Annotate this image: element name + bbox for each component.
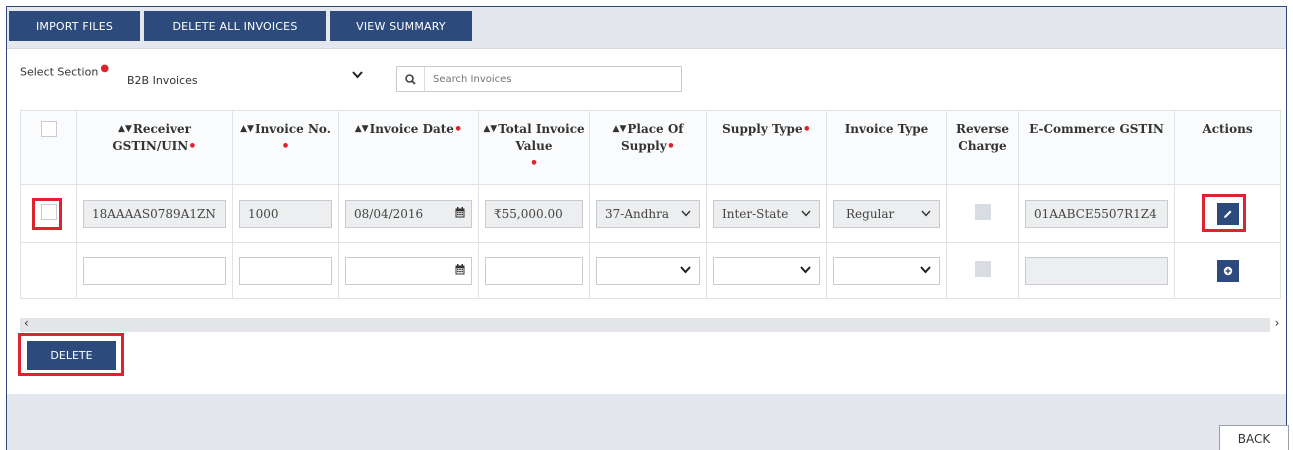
total-value-cell [478,242,590,299]
invoice-date-field[interactable]: 08/04/2016 [345,199,472,228]
table-row [20,242,1281,299]
sort-icon: ▲▼ [612,124,627,134]
search-box [396,66,682,92]
chevron-down-icon [681,207,691,220]
select-section-label: Select Section ● [20,63,110,79]
search-icon[interactable] [397,67,425,91]
ecommerce-gstin-cell: 01AABCE5507R1Z4 [1018,184,1175,243]
place-of-supply-select[interactable] [596,256,700,285]
place-of-supply-cell: 37-Andhra [589,184,707,243]
scroll-left-icon[interactable]: ‹ [24,316,29,330]
reverse-charge-cell [946,242,1019,299]
invoice-type-cell: Regular [826,184,947,243]
supply-type-cell: Inter-State [706,184,827,243]
chevron-down-icon [921,207,931,220]
select-all-cell [20,110,77,185]
scroll-right-icon[interactable]: › [1270,316,1284,334]
table-header-row: ▲▼Receiver GSTIN/UIN• ▲▼Invoice No. • ▲▼I… [20,110,1281,185]
total-value-field[interactable]: ₹55,000.00 [485,199,583,228]
invoice-type-select[interactable]: Regular [833,199,940,228]
invoice-type-value: Regular [846,206,895,221]
invoice-date-cell: 08/04/2016 [338,184,479,243]
col-actions-header: Actions [1174,110,1281,185]
required-marker: ● [100,63,110,74]
delete-all-invoices-button[interactable]: DELETE ALL INVOICES [144,11,326,41]
edit-highlight [1202,194,1246,232]
col-invoice-date-header[interactable]: ▲▼Invoice Date• [338,110,479,185]
invoice-date-value: 08/04/2016 [354,206,424,221]
required-marker: • [802,122,811,137]
col-total-value-header[interactable]: ▲▼Total Invoice Value • [478,110,590,185]
receiver-cell: 18AAAAS0789A1ZN [76,184,233,243]
supply-type-select[interactable]: Inter-State [713,199,820,228]
horizontal-scrollbar[interactable]: ‹ › [20,316,1284,334]
table-row: 18AAAAS0789A1ZN 1000 08/04/2016 ₹55,000.… [20,184,1281,243]
toolbar: IMPORT FILES DELETE ALL INVOICES VIEW SU… [7,7,1286,49]
delete-button[interactable]: DELETE [27,341,116,370]
invoice-no-cell [232,242,339,299]
section-select[interactable]: B2B Invoices [119,60,377,92]
calendar-icon[interactable] [455,206,465,221]
search-input[interactable] [425,73,665,85]
reverse-charge-checkbox[interactable] [974,204,991,220]
sort-icon: ▲▼ [483,124,498,134]
calendar-icon[interactable] [455,263,465,278]
receiver-gstin-input[interactable] [83,256,226,285]
ecommerce-gstin-input[interactable] [1025,256,1168,285]
row-select-cell [20,242,77,299]
supply-type-value: Inter-State [722,206,789,221]
invoice-no-cell: 1000 [232,184,339,243]
invoice-type-cell [826,242,947,299]
invoice-date-cell [338,242,479,299]
ecommerce-gstin-field[interactable]: 01AABCE5507R1Z4 [1025,199,1168,228]
receiver-gstin-field[interactable]: 18AAAAS0789A1ZN [83,199,226,228]
invoices-table: ▲▼Receiver GSTIN/UIN• ▲▼Invoice No. • ▲▼I… [20,110,1281,299]
reverse-charge-cell [946,184,1019,243]
chevron-down-icon [680,264,691,277]
actions-cell [1174,242,1281,299]
chevron-down-icon [801,207,811,220]
required-marker: • [453,122,463,137]
ecommerce-gstin-cell [1018,242,1175,299]
view-summary-button[interactable]: VIEW SUMMARY [330,11,472,41]
chevron-down-icon [800,264,811,277]
place-of-supply-cell [589,242,707,299]
sort-icon: ▲▼ [354,124,369,134]
section-select-value: B2B Invoices [127,73,198,87]
required-marker: • [666,139,675,154]
sort-icon: ▲▼ [240,124,254,134]
col-place-of-supply-header[interactable]: ▲▼Place Of Supply• [589,110,707,185]
invoice-no-field[interactable]: 1000 [239,199,332,228]
invoice-no-input[interactable] [239,256,332,285]
required-marker: • [281,139,290,154]
col-supply-type-header: Supply Type• [706,110,827,185]
supply-type-cell [706,242,827,299]
chevron-down-icon [352,69,363,82]
checkbox-highlight [32,198,62,230]
required-marker: • [188,139,197,154]
col-invoice-no-header[interactable]: ▲▼Invoice No. • [232,110,339,185]
required-marker: • [529,156,539,171]
supply-type-select[interactable] [713,256,820,285]
total-value-input[interactable] [485,256,583,285]
col-invoice-type-header: Invoice Type [826,110,947,185]
import-files-button[interactable]: IMPORT FILES [9,11,140,41]
invoice-type-select[interactable] [833,256,940,285]
reverse-charge-checkbox[interactable] [974,261,991,277]
add-icon[interactable] [1216,259,1239,282]
total-value-cell: ₹55,000.00 [478,184,590,243]
sort-icon: ▲▼ [118,124,132,134]
place-of-supply-select[interactable]: 37-Andhra [596,199,700,228]
col-ecommerce-gstin-header: E-Commerce GSTIN [1018,110,1175,185]
place-of-supply-value: 37-Andhra [605,206,670,221]
chevron-down-icon [920,264,931,277]
col-receiver-header[interactable]: ▲▼Receiver GSTIN/UIN• [76,110,233,185]
select-all-checkbox[interactable] [40,121,57,137]
invoice-date-input[interactable] [345,256,472,285]
col-reverse-charge-header: Reverse Charge [946,110,1019,185]
receiver-cell [76,242,233,299]
